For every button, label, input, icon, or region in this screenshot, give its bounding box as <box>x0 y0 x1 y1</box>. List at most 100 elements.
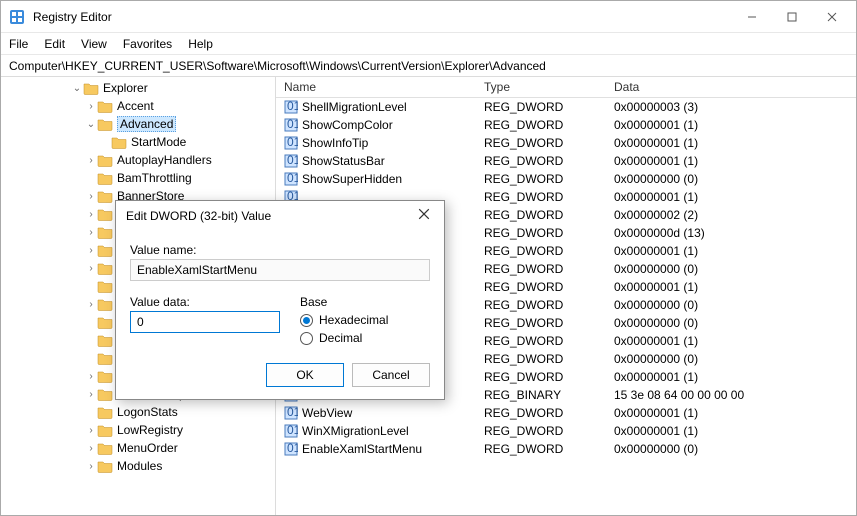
tree-item[interactable]: › LowRegistry <box>1 421 275 439</box>
folder-icon <box>97 243 113 257</box>
cell-data: 0x00000000 (0) <box>606 442 856 456</box>
list-row[interactable]: 011WebViewREG_DWORD0x00000001 (1) <box>276 404 856 422</box>
menu-help[interactable]: Help <box>188 37 213 51</box>
list-header: Name Type Data <box>276 77 856 98</box>
list-row[interactable]: 011ShowCompColorREG_DWORD0x00000001 (1) <box>276 116 856 134</box>
radio-decimal[interactable]: Decimal <box>300 331 388 345</box>
list-row[interactable]: 011ShowSuperHiddenREG_DWORD0x00000000 (0… <box>276 170 856 188</box>
tree-item[interactable]: StartMode <box>1 133 275 151</box>
folder-icon <box>97 297 113 311</box>
svg-text:011: 011 <box>287 442 298 455</box>
column-data[interactable]: Data <box>606 77 856 97</box>
dialog-close-button[interactable] <box>418 208 434 224</box>
radio-dot-icon <box>300 332 313 345</box>
value-data-input[interactable] <box>130 311 280 333</box>
cancel-button[interactable]: Cancel <box>352 363 430 387</box>
chevron-right-icon[interactable]: › <box>85 155 97 166</box>
list-row[interactable]: 011WinXMigrationLevelREG_DWORD0x00000001… <box>276 422 856 440</box>
ok-button[interactable]: OK <box>266 363 344 387</box>
svg-text:011: 011 <box>287 424 298 437</box>
cell-type: REG_DWORD <box>476 136 606 150</box>
chevron-right-icon[interactable]: › <box>85 371 97 382</box>
cell-name: 011ShowSuperHidden <box>276 172 476 186</box>
chevron-right-icon[interactable]: › <box>85 425 97 436</box>
list-row[interactable]: 011 ShowInfoTip REG_DWORD0x00000001 (1) <box>276 134 856 152</box>
value-name-field <box>130 259 430 281</box>
tree-item[interactable]: ⌄Explorer <box>1 79 275 97</box>
radio-hexadecimal[interactable]: Hexadecimal <box>300 313 388 327</box>
radio-dec-label: Decimal <box>319 331 362 345</box>
cell-data: 0x00000000 (0) <box>606 298 856 312</box>
chevron-down-icon[interactable]: ⌄ <box>71 83 83 94</box>
cell-type: REG_DWORD <box>476 118 606 132</box>
cell-type: REG_DWORD <box>476 172 606 186</box>
folder-icon <box>97 153 113 167</box>
folder-icon <box>97 279 113 293</box>
tree-item-label: LowRegistry <box>117 423 183 437</box>
menu-file[interactable]: File <box>9 37 28 51</box>
tree-item[interactable]: ›Accent <box>1 97 275 115</box>
cell-type: REG_DWORD <box>476 262 606 276</box>
tree-item[interactable]: ›AutoplayHandlers <box>1 151 275 169</box>
app-icon <box>9 9 25 25</box>
chevron-right-icon[interactable]: › <box>85 209 97 220</box>
dialog-title: Edit DWORD (32-bit) Value <box>126 209 418 223</box>
chevron-right-icon[interactable]: › <box>85 443 97 454</box>
tree-item[interactable]: BamThrottling <box>1 169 275 187</box>
value-name: WinXMigrationLevel <box>302 424 409 438</box>
chevron-right-icon[interactable]: › <box>85 299 97 310</box>
svg-text:011: 011 <box>287 406 298 419</box>
chevron-right-icon[interactable]: › <box>85 227 97 238</box>
cell-data: 0x00000000 (0) <box>606 316 856 330</box>
cell-name: 011EnableXamlStartMenu <box>276 442 476 456</box>
column-name[interactable]: Name <box>276 77 476 97</box>
maximize-button[interactable] <box>784 9 800 25</box>
list-row[interactable]: 011ShellMigrationLevelREG_DWORD0x0000000… <box>276 98 856 116</box>
value-icon: 011 <box>284 136 298 150</box>
menu-edit[interactable]: Edit <box>44 37 65 51</box>
chevron-right-icon[interactable]: › <box>85 191 97 202</box>
minimize-button[interactable] <box>744 9 760 25</box>
menu-favorites[interactable]: Favorites <box>123 37 172 51</box>
value-icon: 011 <box>284 442 298 456</box>
cell-data: 0x00000001 (1) <box>606 136 856 150</box>
cell-type: REG_DWORD <box>476 298 606 312</box>
cell-type: REG_BINARY <box>476 388 606 402</box>
cell-data: 15 3e 08 64 00 00 00 00 <box>606 388 856 402</box>
value-name: WebView <box>302 406 352 420</box>
chevron-right-icon[interactable]: › <box>85 101 97 112</box>
value-name: ShowInfoTip <box>302 136 368 150</box>
cell-data: 0x00000000 (0) <box>606 262 856 276</box>
menu-view[interactable]: View <box>81 37 107 51</box>
folder-icon <box>97 189 113 203</box>
address-bar[interactable]: Computer\HKEY_CURRENT_USER\Software\Micr… <box>1 55 856 77</box>
tree-item[interactable]: ›Modules <box>1 457 275 475</box>
radio-hex-label: Hexadecimal <box>319 313 388 327</box>
chevron-right-icon[interactable]: › <box>85 245 97 256</box>
chevron-right-icon[interactable]: › <box>85 263 97 274</box>
chevron-down-icon[interactable]: ⌄ <box>85 119 97 130</box>
folder-icon <box>111 135 127 149</box>
dialog-titlebar[interactable]: Edit DWORD (32-bit) Value <box>116 201 444 231</box>
tree-item[interactable]: LogonStats <box>1 403 275 421</box>
dialog-body: Value name: Value data: Base Hexadecimal… <box>116 231 444 399</box>
folder-icon <box>97 225 113 239</box>
tree-item[interactable]: ⌄Advanced <box>1 115 275 133</box>
list-row[interactable]: 011ShowStatusBarREG_DWORD0x00000001 (1) <box>276 152 856 170</box>
cell-name: 011ShowCompColor <box>276 118 476 132</box>
cell-type: REG_DWORD <box>476 226 606 240</box>
column-type[interactable]: Type <box>476 77 606 97</box>
folder-icon <box>97 117 113 131</box>
cell-data: 0x0000000d (13) <box>606 226 856 240</box>
window-title: Registry Editor <box>33 10 744 24</box>
cell-type: REG_DWORD <box>476 370 606 384</box>
tree-item[interactable]: ›MenuOrder <box>1 439 275 457</box>
cell-data: 0x00000003 (3) <box>606 100 856 114</box>
chevron-right-icon[interactable]: › <box>85 461 97 472</box>
close-button[interactable] <box>824 9 840 25</box>
chevron-right-icon[interactable]: › <box>85 389 97 400</box>
window-buttons <box>744 9 848 25</box>
cell-type: REG_DWORD <box>476 280 606 294</box>
value-icon: 011 <box>284 406 298 420</box>
list-row[interactable]: 011EnableXamlStartMenuREG_DWORD0x0000000… <box>276 440 856 458</box>
